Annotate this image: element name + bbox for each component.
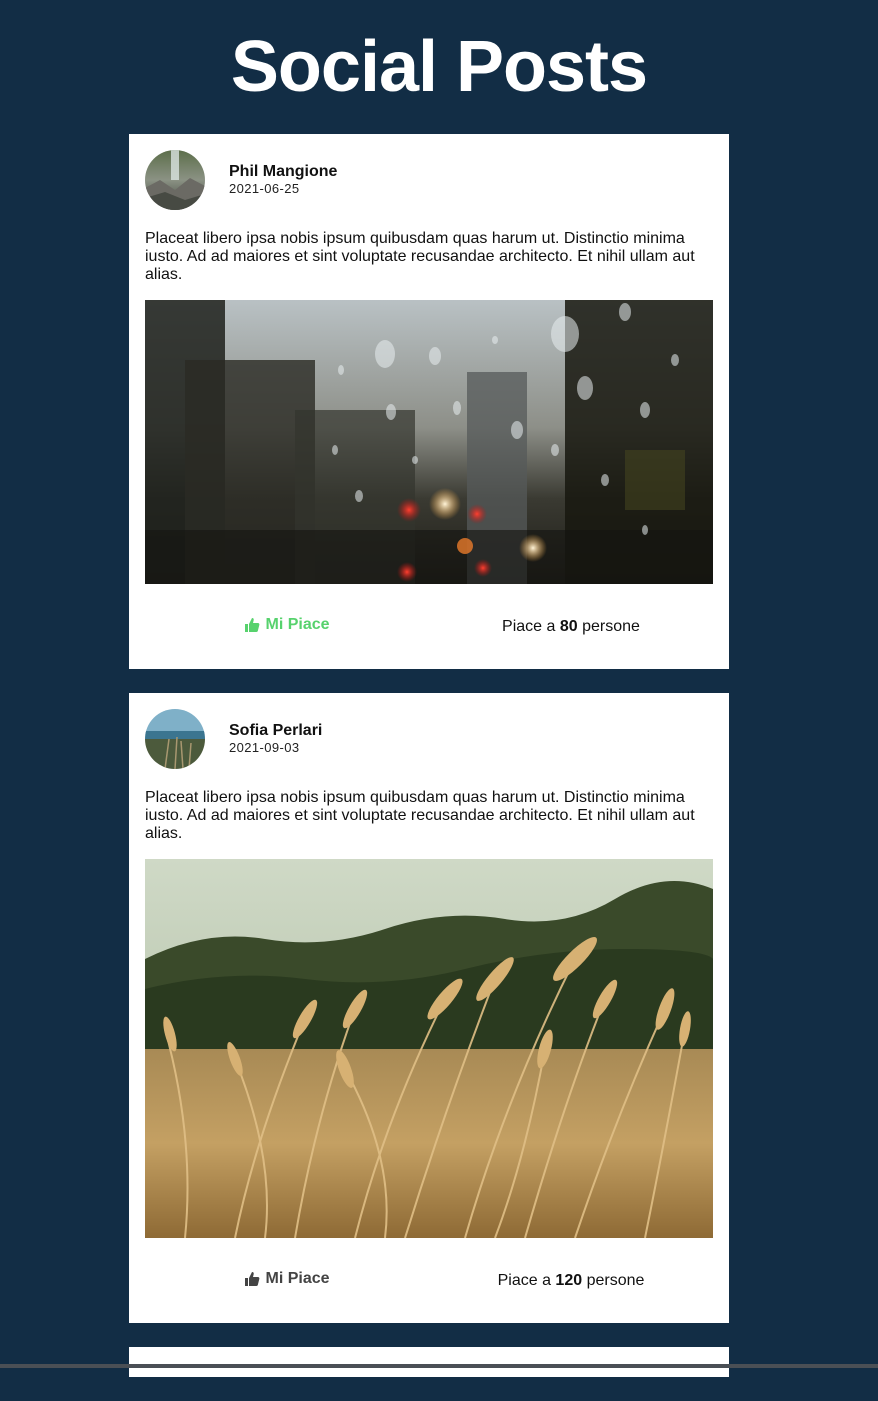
post-card: Phil Mangione 2021-06-25 Placeat libero …	[129, 134, 729, 669]
thumbs-up-icon	[245, 1271, 260, 1286]
post-footer: Mi Piace Piace a 80 persone	[145, 584, 713, 669]
likes-count: 120	[555, 1271, 583, 1289]
post-date: 2021-09-03	[229, 740, 300, 755]
likes-prefix: Piace a	[502, 617, 556, 635]
like-button[interactable]: Mi Piace	[244, 615, 330, 634]
like-button-label: Mi Piace	[265, 615, 330, 633]
likes-suffix: persone	[582, 617, 640, 635]
likes-counter: Piace a 120 persone	[429, 1272, 713, 1290]
post-header: Sofia Perlari 2021-09-03	[145, 709, 713, 769]
post-footer: Mi Piace Piace a 120 persone	[145, 1238, 713, 1323]
author-info: Phil Mangione 2021-06-25	[229, 163, 337, 197]
post-text: Placeat libero ipsa nobis ipsum quibusda…	[145, 789, 695, 842]
likes-prefix: Piace a	[497, 1271, 551, 1289]
post-image	[145, 859, 713, 1238]
avatar[interactable]	[145, 709, 205, 769]
like-button-label: Mi Piace	[265, 1269, 330, 1287]
post-header: Phil Mangione 2021-06-25	[145, 150, 713, 210]
likes-count: 80	[559, 617, 578, 635]
author-name[interactable]: Sofia Perlari	[229, 722, 322, 740]
like-button[interactable]: Mi Piace	[244, 1269, 330, 1288]
avatar[interactable]	[145, 150, 205, 210]
post-card	[129, 1347, 729, 1377]
like-action: Mi Piace	[145, 1270, 429, 1292]
posts-feed: Phil Mangione 2021-06-25 Placeat libero …	[129, 134, 729, 1401]
post-card: Sofia Perlari 2021-09-03 Placeat libero …	[129, 693, 729, 1323]
likes-suffix: persone	[586, 1271, 645, 1289]
author-info: Sofia Perlari 2021-09-03	[229, 722, 322, 756]
window-bottom-edge	[0, 1364, 878, 1368]
likes-counter: Piace a 80 persone	[429, 618, 713, 636]
post-date: 2021-06-25	[229, 181, 300, 196]
thumbs-up-icon	[245, 617, 260, 632]
post-image	[145, 300, 713, 584]
like-action: Mi Piace	[145, 616, 429, 638]
author-name[interactable]: Phil Mangione	[229, 163, 337, 181]
post-text: Placeat libero ipsa nobis ipsum quibusda…	[145, 230, 695, 283]
page-title: Social Posts	[230, 27, 648, 107]
